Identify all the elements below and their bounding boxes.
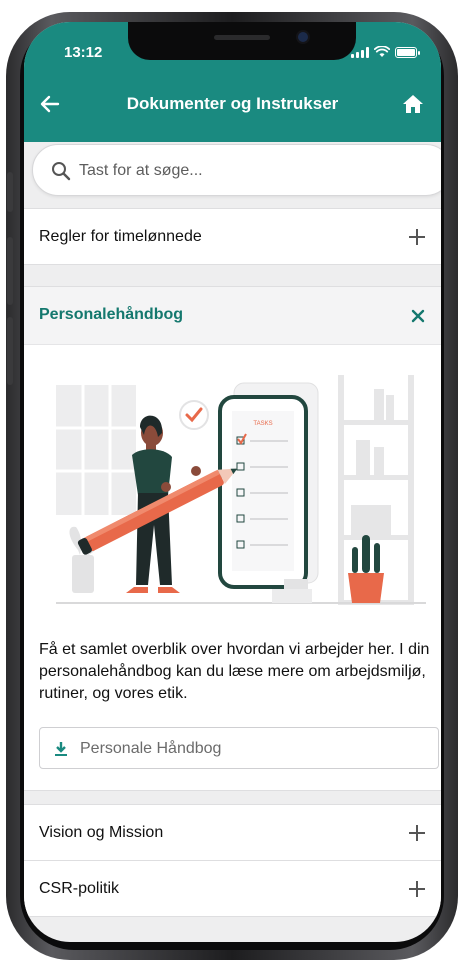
section-regler-for-timeloennede[interactable]: Regler for timelønnede — [24, 208, 441, 265]
battery-icon — [395, 46, 420, 58]
download-label: Personale Håndbog — [80, 740, 222, 757]
home-icon[interactable] — [401, 92, 425, 116]
plus-icon[interactable] — [409, 229, 425, 245]
signal-icon — [351, 46, 369, 58]
plus-icon[interactable] — [409, 881, 425, 897]
search-bar[interactable] — [32, 144, 441, 196]
search-icon — [52, 162, 71, 181]
screen: 13:12 Dokumenter og Instrukser Tast for … — [24, 22, 441, 942]
section-label: Regler for timelønnede — [39, 228, 202, 245]
section-label: CSR-politik — [39, 880, 120, 897]
download-icon — [55, 742, 67, 756]
section-title: Personalehåndbog — [39, 306, 184, 323]
volume-down-button — [7, 317, 13, 385]
tasks-label: TASKS — [253, 421, 272, 427]
section-csr-politik[interactable]: CSR-politik — [24, 860, 441, 917]
section-description: Få et samlet overblik over hvordan vi ar… — [39, 641, 430, 702]
section-personalehaandbog: Personalehåndbog TASKS Få et samlet over… — [24, 286, 441, 791]
plus-icon[interactable] — [409, 825, 425, 841]
handbook-illustration: TASKS — [56, 375, 426, 605]
status-time: 13:12 — [64, 44, 103, 61]
speaker — [214, 35, 270, 40]
search-input[interactable] — [77, 157, 431, 185]
camera-notch — [128, 22, 356, 60]
app-header: 13:12 Dokumenter og Instrukser — [24, 22, 441, 142]
status-icons — [351, 46, 420, 58]
section-header-personalehaandbog[interactable]: Personalehåndbog — [24, 287, 441, 345]
volume-up-button — [7, 237, 13, 305]
close-icon[interactable] — [409, 307, 427, 325]
section-vision-og-mission[interactable]: Vision og Mission — [24, 804, 441, 861]
page-title: Dokumenter og Instrukser — [126, 94, 339, 113]
download-personale-haandbog-button[interactable]: Personale Håndbog — [39, 727, 439, 769]
front-camera — [298, 32, 308, 42]
mute-switch — [7, 172, 13, 212]
section-label: Vision og Mission — [39, 824, 164, 841]
wifi-icon — [374, 46, 390, 57]
